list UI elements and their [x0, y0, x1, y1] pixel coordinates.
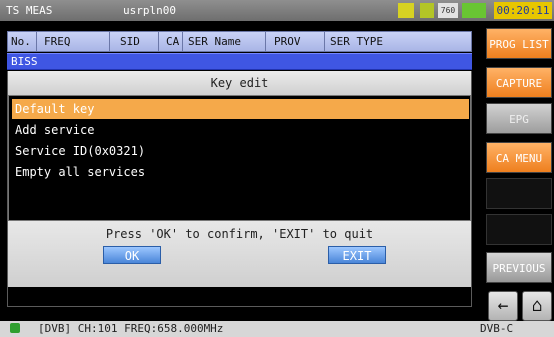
empty-button-2 [486, 214, 552, 245]
dialog-message: Press 'OK' to confirm, 'EXIT' to quit [105, 227, 374, 241]
status-icon-3: 760 [438, 3, 458, 18]
header-ser-type: SER TYPE [330, 35, 383, 48]
dialog-title: Key edit [8, 71, 471, 95]
user-label: usrpln00 [123, 4, 176, 17]
previous-button[interactable]: PREVIOUS [486, 252, 552, 283]
top-status-bar: TS MEAS usrpln00 760 00:20:11 [0, 0, 554, 21]
status-icon-2 [420, 3, 434, 18]
status-icon-1 [398, 3, 414, 18]
header-freq: FREQ [44, 35, 71, 48]
dialog-footer: Press 'OK' to confirm, 'EXIT' to quit OK… [8, 221, 471, 287]
home-icon[interactable]: ⌂ [522, 291, 552, 321]
signal-icon [10, 323, 20, 333]
exit-button[interactable]: EXIT [328, 246, 386, 264]
header-ser-name: SER Name [188, 35, 241, 48]
menu-item-default-key[interactable]: Default key [12, 99, 469, 119]
standard-label: DVB-C [480, 322, 514, 335]
mode-label: TS MEAS [6, 4, 53, 17]
header-sid: SID [120, 35, 140, 48]
clock: 00:20:11 [494, 2, 552, 19]
dialog-menu: Default key Add service Service ID(0x032… [8, 95, 471, 221]
ca-menu-button[interactable]: CA MENU [486, 142, 552, 173]
channel-info: [DVB] CH:101 FREQ:658.000MHz [38, 322, 224, 335]
menu-item-add-service[interactable]: Add service [12, 120, 469, 140]
header-prov: PROV [274, 35, 301, 48]
key-edit-dialog: Key edit Default key Add service Service… [7, 71, 472, 307]
table-header: No. FREQ SID CA SER Name PROV SER TYPE [7, 31, 472, 52]
capture-button[interactable]: CAPTURE [486, 67, 552, 98]
empty-button-1 [486, 178, 552, 209]
header-no: No. [11, 35, 31, 48]
menu-item-empty-all[interactable]: Empty all services [12, 162, 469, 182]
epg-button[interactable]: EPG [486, 103, 552, 134]
prog-list-button[interactable]: PROG LIST [486, 28, 552, 59]
section-text: BISS [11, 55, 38, 68]
header-ca: CA [166, 35, 180, 48]
section-label: BISS [7, 53, 472, 70]
battery-icon [462, 3, 486, 18]
back-arrow-icon[interactable]: ← [488, 291, 518, 321]
menu-item-service-id[interactable]: Service ID(0x0321) [12, 141, 469, 161]
status-icons: 760 [396, 3, 490, 18]
ok-button[interactable]: OK [103, 246, 161, 264]
bottom-status-bar: [DVB] CH:101 FREQ:658.000MHz DVB-C [0, 321, 554, 337]
